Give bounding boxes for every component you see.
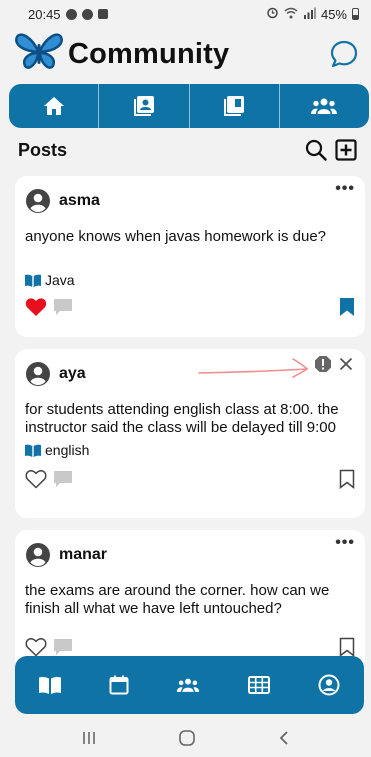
post-card: ••• manar the exams are around the corne… [15, 530, 365, 670]
wifi-icon [284, 7, 298, 22]
battery-icon [352, 8, 359, 20]
post-feed: ••• asma anyone knows when javas homewor… [15, 176, 365, 682]
post-actions [25, 466, 355, 492]
post-card: aya for students attending english class… [15, 349, 365, 518]
app-notification-icon [81, 8, 93, 20]
home-icon [43, 96, 65, 116]
post-username[interactable]: manar [59, 546, 107, 564]
group-icon[interactable] [176, 677, 200, 693]
brand: Community [14, 31, 229, 78]
post-course-label: Java [45, 272, 75, 288]
close-icon[interactable] [339, 357, 353, 371]
posts-actions [305, 139, 357, 161]
book-icon[interactable] [38, 676, 61, 694]
avatar-icon[interactable] [25, 188, 51, 214]
recent-apps-icon[interactable] [81, 730, 97, 746]
heart-outline-icon[interactable] [25, 637, 47, 657]
calendar-icon[interactable] [109, 675, 129, 695]
report-icon[interactable] [314, 355, 332, 373]
butterfly-logo-icon [14, 31, 64, 78]
comment-icon[interactable] [53, 298, 73, 316]
account-icon[interactable] [318, 674, 340, 696]
tab-library[interactable] [190, 84, 280, 128]
status-left: 20:45 [28, 7, 108, 22]
post-actions [25, 294, 355, 320]
comment-icon[interactable] [53, 638, 73, 656]
group-icon [310, 97, 338, 115]
tab-groups[interactable] [280, 84, 369, 128]
bottom-nav-bar [15, 656, 364, 714]
status-right: 45% [266, 6, 359, 22]
image-notification-icon [97, 9, 108, 19]
tab-home[interactable] [9, 84, 100, 128]
post-course-tag[interactable]: Java [25, 272, 355, 288]
post-actions-left [25, 637, 73, 657]
app-title: Community [68, 37, 230, 70]
home-button-icon[interactable] [178, 729, 196, 747]
book-open-icon [25, 444, 41, 457]
bookmark-outline-icon[interactable] [339, 637, 355, 657]
post-text: for students attending english class at … [25, 401, 339, 436]
messenger-notification-icon [65, 8, 77, 20]
post-header: asma [25, 186, 355, 216]
arrow-annotation-icon [195, 351, 311, 381]
post-course-tag[interactable]: english [25, 442, 355, 458]
app-header: Community [0, 28, 371, 80]
battery-percent: 45% [320, 6, 347, 22]
post-report-controls [314, 355, 353, 373]
system-nav-bar [0, 718, 371, 757]
signal-icon [303, 7, 316, 22]
post-text: anyone knows when javas homework is due? [25, 228, 327, 245]
post-actions-left [25, 297, 73, 317]
bookmark-filled-icon[interactable] [339, 297, 355, 317]
avatar-icon[interactable] [25, 542, 51, 568]
status-bar: 20:45 45% [0, 0, 371, 28]
book-open-icon [25, 274, 41, 287]
post-username[interactable]: aya [59, 365, 86, 383]
top-tab-bar [9, 84, 369, 128]
post-actions-left [25, 469, 73, 489]
library-icon [223, 95, 245, 117]
back-icon[interactable] [277, 730, 291, 746]
posts-title: Posts [18, 139, 68, 160]
comment-icon[interactable] [53, 470, 73, 488]
grid-icon[interactable] [248, 676, 271, 694]
alarm-icon [266, 6, 279, 22]
chat-bubble-icon[interactable] [327, 37, 361, 71]
more-options-icon[interactable]: ••• [335, 534, 355, 552]
add-post-icon[interactable] [335, 139, 357, 161]
avatar-icon[interactable] [25, 361, 51, 387]
status-time: 20:45 [28, 6, 61, 22]
posts-bar: Posts [0, 134, 371, 166]
heart-outline-icon[interactable] [25, 469, 47, 489]
post-text: the exams are around the corner. how can… [25, 582, 330, 617]
contact-card-icon [133, 95, 155, 117]
post-card: ••• asma anyone knows when javas homewor… [15, 176, 365, 337]
search-icon[interactable] [305, 139, 327, 161]
heart-filled-icon[interactable] [25, 297, 47, 317]
more-options-icon[interactable]: ••• [335, 180, 355, 198]
post-username[interactable]: asma [59, 192, 100, 210]
bookmark-outline-icon[interactable] [339, 469, 355, 489]
post-header: manar [25, 540, 355, 570]
post-course-label: english [45, 442, 90, 458]
tab-profile[interactable] [99, 84, 190, 128]
